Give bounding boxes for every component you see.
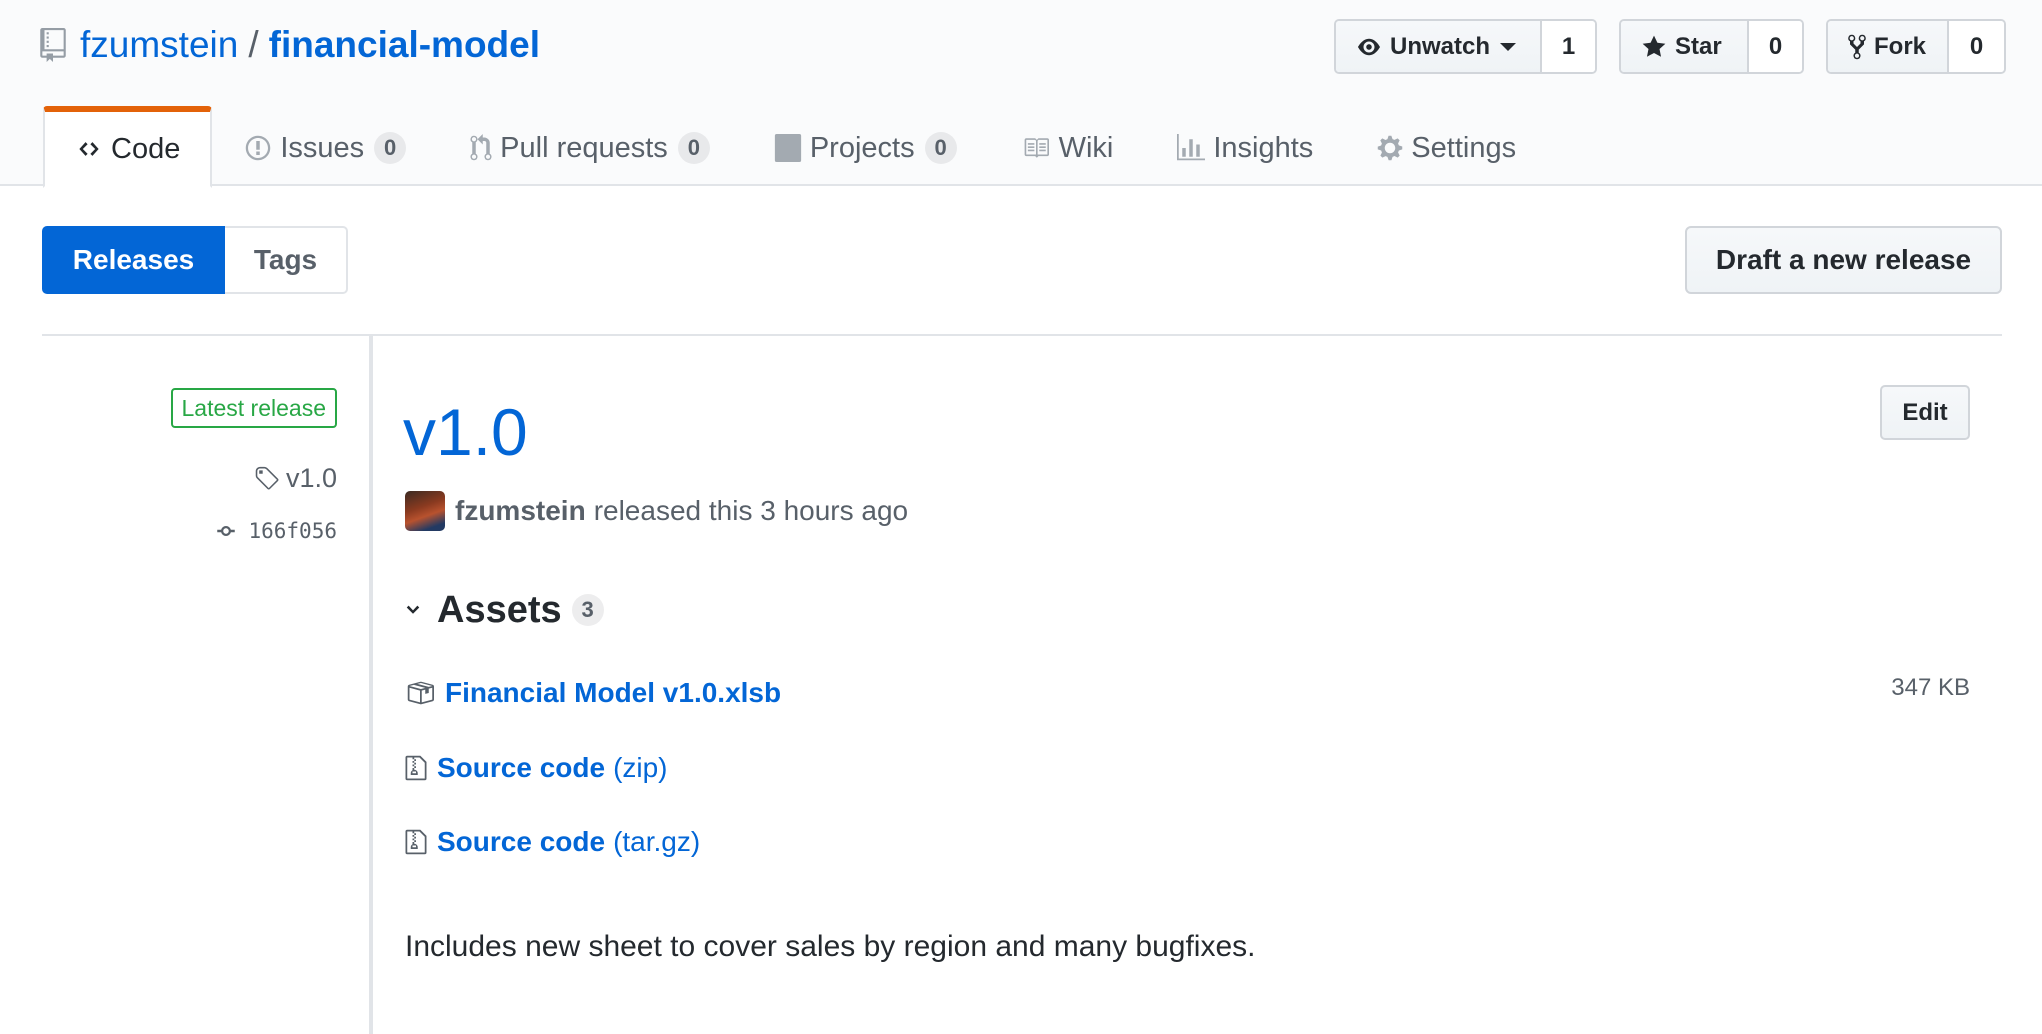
asset-row: Financial Model v1.0.xlsb [405,673,781,713]
fork-icon [1848,34,1866,59]
avatar[interactable] [405,491,445,531]
tab-issues-label: Issues [280,131,365,164]
asset-row: Source code (zip) [405,748,668,788]
release-subnav: Releases Tags [42,226,348,294]
commit-icon [217,526,236,536]
tags-tab[interactable]: Tags [225,226,348,294]
repo-owner-link[interactable]: fzumstein [80,24,238,66]
graph-icon [1177,134,1206,161]
book-icon [1024,138,1049,158]
tab-wiki[interactable]: Wiki [989,106,1146,186]
tab-settings[interactable]: Settings [1345,106,1548,186]
pull-requests-counter: 0 [677,132,710,164]
star-group: Star 0 [1619,19,1804,74]
eye-icon [1358,38,1380,55]
gear-icon [1378,135,1403,161]
stargazers-count[interactable]: 0 [1749,21,1802,72]
asset-link[interactable]: Source code [437,826,605,858]
release-description: Includes new sheet to cover sales by reg… [405,930,1256,963]
draft-release-button[interactable]: Draft a new release [1685,226,2002,294]
divider [42,334,2002,336]
tab-projects[interactable]: Projects 0 [742,106,989,186]
unwatch-button[interactable]: Unwatch [1336,21,1542,72]
repo-header: fzumstein / financial-model Unwatch 1 St… [0,0,2042,188]
tab-projects-label: Projects [809,131,915,164]
watch-group: Unwatch 1 [1334,19,1597,74]
star-icon [1642,35,1666,57]
projects-counter: 0 [924,132,957,164]
chevron-down-icon [406,605,420,614]
tab-settings-label: Settings [1411,131,1517,164]
release-tag-label: v1.0 [285,463,337,493]
asset-size: 347 KB [1891,674,1970,701]
asset-link[interactable]: Source code [437,752,605,784]
fork-button[interactable]: Fork [1828,21,1949,72]
fork-label: Fork [1874,32,1927,60]
tab-insights-label: Insights [1213,131,1314,164]
star-button[interactable]: Star [1621,21,1749,72]
assets-label: Assets [437,588,562,631]
tag-icon [255,466,279,490]
asset-link[interactable]: Financial Model v1.0.xlsb [445,677,781,709]
caret-down-icon [1500,42,1517,51]
repo-title: fzumstein / financial-model [40,20,540,70]
star-label: Star [1675,32,1722,60]
release-commit-sha: 166f056 [248,519,337,543]
repo-separator: / [248,24,259,65]
tab-issues[interactable]: Issues 0 [212,106,438,186]
release-commit-link[interactable]: 166f056 [212,519,337,543]
repo-name-link[interactable]: financial-model [269,24,540,66]
tab-code-label: Code [111,132,181,165]
file-zip-icon [405,829,427,855]
code-icon [79,142,99,156]
release-author-line: fzumstein released this 3 hours ago [405,490,908,532]
tab-insights[interactable]: Insights [1145,106,1345,186]
assets-toggle[interactable]: Assets 3 [403,585,604,635]
issue-icon [246,135,271,161]
latest-release-badge: Latest release [170,388,337,428]
release-time-text: released this 3 hours ago [593,495,909,526]
pull-request-icon [470,134,492,161]
tab-wiki-label: Wiki [1058,131,1114,164]
tab-pull-requests-label: Pull requests [500,131,668,164]
asset-row: Source code (tar.gz) [405,822,700,862]
package-icon [407,681,434,705]
assets-counter: 3 [571,594,604,626]
edit-release-button[interactable]: Edit [1880,385,1970,440]
issues-counter: 0 [374,132,407,164]
repo-actions: Unwatch 1 Star 0 Fork 0 [1334,19,2006,74]
unwatch-label: Unwatch [1390,32,1491,60]
asset-ext[interactable]: (tar.gz) [613,826,700,858]
fork-group: Fork 0 [1826,19,2006,74]
repo-nav: Code Issues 0 Pull requests 0 Projects 0… [43,106,1548,188]
timeline-divider [369,335,373,1034]
repo-icon [40,28,66,62]
forks-count[interactable]: 0 [1949,21,2004,72]
asset-ext[interactable]: (zip) [613,752,667,784]
release-tag-link[interactable]: v1.0 [254,463,337,494]
releases-tab[interactable]: Releases [42,226,225,294]
tab-code[interactable]: Code [43,106,213,188]
release-author[interactable]: fzumstein [455,495,586,527]
watchers-count[interactable]: 1 [1542,21,1595,72]
tab-pull-requests[interactable]: Pull requests 0 [438,106,742,186]
project-icon [774,134,801,162]
release-title[interactable]: v1.0 [403,392,528,472]
file-zip-icon [405,755,427,781]
